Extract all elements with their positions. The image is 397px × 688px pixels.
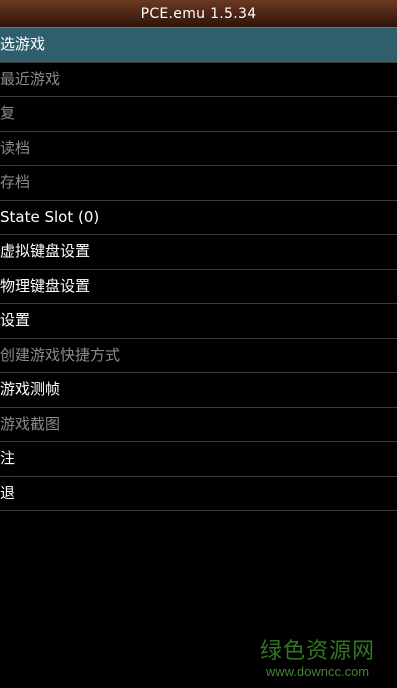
menu-item-exit[interactable]: 退 [0, 477, 397, 511]
menu-item-create-shortcut[interactable]: 创建游戏快捷方式 [0, 339, 397, 373]
menu-item-physical-keyboard-settings[interactable]: 物理键盘设置 [0, 270, 397, 304]
menu-item-reset[interactable]: 注 [0, 442, 397, 477]
menu-item-settings[interactable]: 设置 [0, 304, 397, 339]
menu-item-load-game[interactable]: 选游戏 [0, 28, 397, 63]
watermark-url: www.downcc.com [265, 664, 370, 679]
watermark-logo: 绿色资源网 www.downcc.com [260, 640, 375, 680]
menu-item-frame-test[interactable]: 游戏测帧 [0, 373, 397, 408]
menu-item-save-state[interactable]: 存档 [0, 166, 397, 201]
menu-item-resume[interactable]: 复 [0, 97, 397, 132]
main-menu: 选游戏 最近游戏 复 读档 存档 State Slot (0) 虚拟键盘设置 物… [0, 28, 397, 511]
app-title: PCE.emu 1.5.34 [140, 5, 257, 22]
menu-item-screenshot[interactable]: 游戏截图 [0, 408, 397, 442]
menu-item-state-slot[interactable]: State Slot (0) [0, 201, 397, 235]
menu-item-recent-games[interactable]: 最近游戏 [0, 63, 397, 97]
menu-item-load-state[interactable]: 读档 [0, 132, 397, 166]
watermark-name: 绿色资源网 [259, 639, 375, 664]
title-bar: PCE.emu 1.5.34 [0, 0, 397, 27]
menu-item-virtual-keyboard-settings[interactable]: 虚拟键盘设置 [0, 235, 397, 270]
